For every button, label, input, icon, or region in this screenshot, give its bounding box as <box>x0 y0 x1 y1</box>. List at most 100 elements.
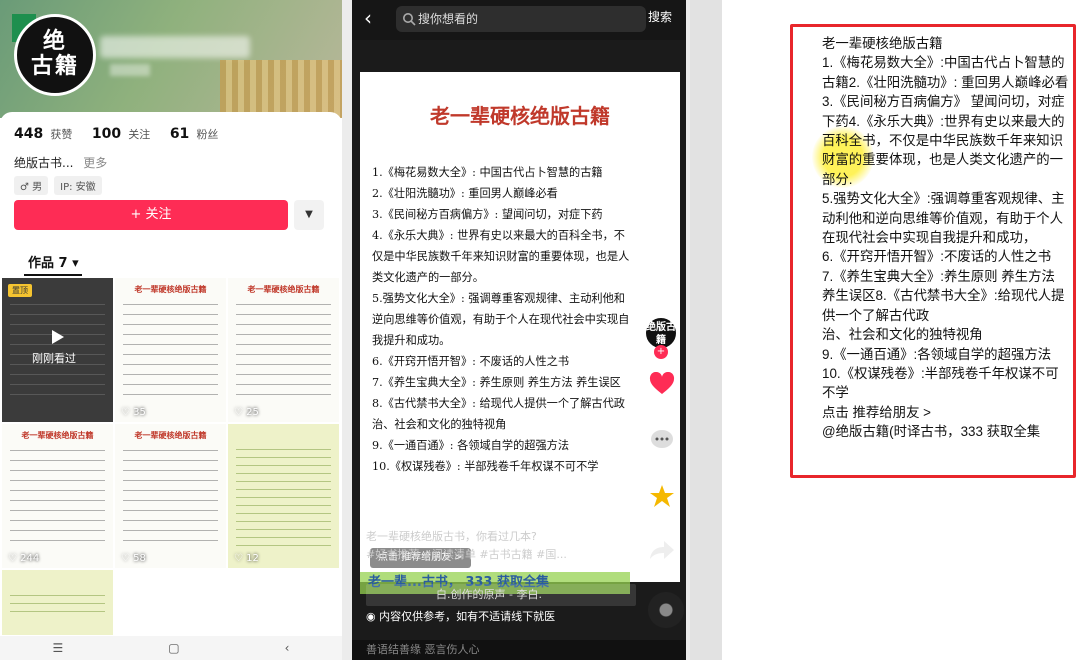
doc-line: 养生误区8.《古代禁书大全》:给现代人提 <box>822 288 1065 304</box>
doc-line: 1.《梅花易数大全》:中国古代占卜智慧的 <box>822 55 1065 71</box>
doc-line: 不学 <box>822 385 849 401</box>
video-line: 9.《一通百通》: 各领域自学的超强方法 <box>372 439 570 452</box>
share-count: 2 <box>659 565 665 575</box>
doc-line: 5.强势文化大全》:强调尊重客观规律、主 <box>822 191 1065 207</box>
doc-line: @绝版古籍(时译古书，333 获取全集 <box>822 424 1041 440</box>
thumb-likes: ♡ 12 <box>234 553 259 564</box>
video-line: 类文化遗产的一部分。 <box>372 271 484 284</box>
content-notice: ◉ 内容仅供参考，如有不适请线下就医 <box>366 610 556 623</box>
likes-label: 获赞 <box>50 128 73 141</box>
following-label[interactable]: 关注 <box>128 128 150 141</box>
doc-line: 供一个了解古代政 <box>822 307 930 323</box>
music-disc-icon[interactable] <box>648 592 684 628</box>
avatar-text-bottom: 古籍 <box>30 53 79 80</box>
video-thumb[interactable]: 置顶 刚刚看过 <box>2 278 114 423</box>
thumb-likes: ♡ 244 <box>8 553 40 564</box>
video-line: 我提升和成功。 <box>372 334 451 347</box>
video-title: 老一辈硬核绝版古籍 <box>430 104 610 128</box>
thumb-title: 老一辈硬核绝版古籍 <box>134 284 207 294</box>
search-input[interactable]: 搜你想看的 <box>418 6 618 32</box>
thumb-title: 老一辈硬核绝版古籍 <box>247 284 320 294</box>
doc-line: 部分. <box>822 171 853 187</box>
comment-count: 2 <box>659 455 665 465</box>
avatar-text-top: 绝 <box>42 28 67 54</box>
caption-line: 老一辈硬核绝版古书，你看过几本? <box>366 530 537 543</box>
doc-line: 在现代社会中实现自我提升和成功， <box>822 230 1037 246</box>
video-line: 8.《古代禁书大全》: 给现代人提供一个了解古代政 <box>372 397 625 410</box>
video-thumb[interactable] <box>2 570 114 636</box>
follow-button[interactable]: + 关注 <box>14 200 288 230</box>
doc-line: 古籍2.《壮阳洗髓功》: 重回男人巅峰必看 <box>822 74 1069 90</box>
caption-tags-text[interactable]: #好书推荐 #阅读清单 #古书古籍 #国... <box>366 548 567 561</box>
video-thumb[interactable]: ♡ 12 <box>228 424 340 569</box>
ip-tag: IP: 安徽 <box>54 176 102 195</box>
like-count: 84 <box>656 399 668 409</box>
more-options-button[interactable]: ▼ <box>294 200 324 230</box>
likes-count: 448 <box>14 126 44 142</box>
profile-stats: 448 获赞 100 关注 61 粉丝 <box>14 126 221 142</box>
profile-bio: 绝版古书... 更多 <box>14 154 107 171</box>
favorite-action[interactable]: 10 <box>644 484 680 521</box>
video-content[interactable]: 老一辈硬核绝版古籍 1.《梅花易数大全》: 中国古代占卜智慧的古籍 2.《壮阳洗… <box>360 72 680 594</box>
video-line: 2.《壮阳洗髓功》: 重回男人巅峰必看 <box>372 187 558 200</box>
comment-action[interactable]: 2 <box>644 428 680 465</box>
blurred-id <box>110 64 150 76</box>
doc-line: 点击 推荐给朋友 > <box>822 404 931 420</box>
banner-wall-image <box>220 60 342 118</box>
blurred-username <box>100 36 250 58</box>
like-action[interactable]: 84 <box>644 371 680 409</box>
following-count[interactable]: 100 <box>92 126 121 142</box>
video-thumb[interactable]: 老一辈硬核绝版古籍 ♡ 58 <box>115 424 227 569</box>
video-line: 7.《养生宝典大全》: 养生原则 养生方法 养生误区 <box>372 376 621 389</box>
play-icon <box>52 330 64 344</box>
video-line: 逆向思维等价值观，有助于个人在现代社会中实现自 <box>372 313 630 326</box>
back-icon[interactable]: ‹ <box>285 641 290 655</box>
video-line: 5.强势文化大全》: 强调尊重客观规律、主动利他和 <box>372 292 625 305</box>
video-thumb[interactable]: 老一辈硬核绝版古籍 ♡ 244 <box>2 424 114 569</box>
video-line: 10.《权谋残卷》: 半部残卷千年权谋不可不学 <box>372 460 599 473</box>
menu-icon[interactable]: ☰ <box>53 641 64 655</box>
search-box[interactable]: 搜你想看的 <box>396 6 646 32</box>
video-caption: 老一辈硬核绝版古书，你看过几本? #好书推荐 #阅读清单 #古书古籍 #国...… <box>366 528 626 564</box>
doc-line: 治、社会和文化的独特视角 <box>822 327 983 343</box>
comment-input-bar[interactable]: 善语结善缘 恶言伤人心 <box>352 640 686 660</box>
follow-plus-icon[interactable]: + <box>654 345 668 359</box>
video-line: 6.《开窍开悟开智》: 不废话的人性之书 <box>372 355 570 368</box>
avatar[interactable]: 绝 古籍 <box>14 14 96 96</box>
doc-line: 6.《开窍开悟开智》:不废话的人性之书 <box>822 249 1052 265</box>
gender-tag: ♂ 男 <box>14 176 49 195</box>
home-icon[interactable]: ▢ <box>168 641 179 655</box>
share-icon <box>650 541 674 559</box>
music-bar[interactable]: 白.创作的原声 - 李白. <box>366 584 636 606</box>
profile-tags: ♂ 男 IP: 安徽 <box>14 176 102 195</box>
doc-line: 老一辈硬核绝版古籍 <box>822 36 943 51</box>
back-arrow-icon[interactable]: ‹ <box>364 8 384 28</box>
document-text[interactable]: 老一辈硬核绝版古籍 1.《梅花易数大全》:中国古代占卜智慧的 古籍2.《壮阳洗髓… <box>822 34 1074 442</box>
share-action[interactable]: 2 <box>644 538 680 575</box>
bio-text: 绝版古书... <box>14 156 74 170</box>
profile-screen: 绝 古籍 448 获赞 100 关注 61 粉丝 绝版古书... 更多 ♂ 男 … <box>0 0 342 660</box>
thumb-likes: ♡ 25 <box>234 407 259 418</box>
doc-line: 3.《民间秘方百病偏方》 望闻问切，对症 <box>822 94 1065 110</box>
video-line: 仅是中华民族数千年来知识财富的重要体现，也是人 <box>372 250 630 263</box>
caption-expand-link[interactable]: 展开 <box>570 548 592 561</box>
search-icon <box>403 13 416 26</box>
bio-more-link[interactable]: 更多 <box>83 156 107 170</box>
android-navbar: ☰ ▢ ‹ <box>0 636 342 660</box>
video-line: 3.《民间秘方百病偏方》: 望闻问切，对症下药 <box>372 208 603 221</box>
video-line: 4.《永乐大典》: 世界有史以来最大的百科全书，不 <box>372 229 625 242</box>
thumb-title: 老一辈硬核绝版古籍 <box>134 430 207 440</box>
doc-line: 10.《权谋残卷》:半部残卷千年权谋不可 <box>822 365 1059 381</box>
video-thumb[interactable]: 老一辈硬核绝版古籍 ♡ 25 <box>228 278 340 423</box>
followers-count[interactable]: 61 <box>170 126 189 142</box>
search-button[interactable]: 搜索 <box>648 8 672 25</box>
doc-line: 9.《一通百通》:各领域自学的超强方法 <box>822 346 1052 362</box>
followers-label[interactable]: 粉丝 <box>196 128 218 141</box>
video-screen: ‹ 搜你想看的 搜索 老一辈硬核绝版古籍 1.《梅花易数大全》: 中国古代占卜智… <box>352 0 686 660</box>
video-thumb[interactable]: 老一辈硬核绝版古籍 ♡ 35 <box>115 278 227 423</box>
video-line: 1.《梅花易数大全》: 中国古代占卜智慧的古籍 <box>372 166 603 179</box>
star-icon <box>650 485 674 507</box>
favorite-count: 10 <box>656 511 668 521</box>
tab-works[interactable]: 作品 7 ▾ <box>28 252 79 271</box>
tab-underline <box>24 274 82 276</box>
